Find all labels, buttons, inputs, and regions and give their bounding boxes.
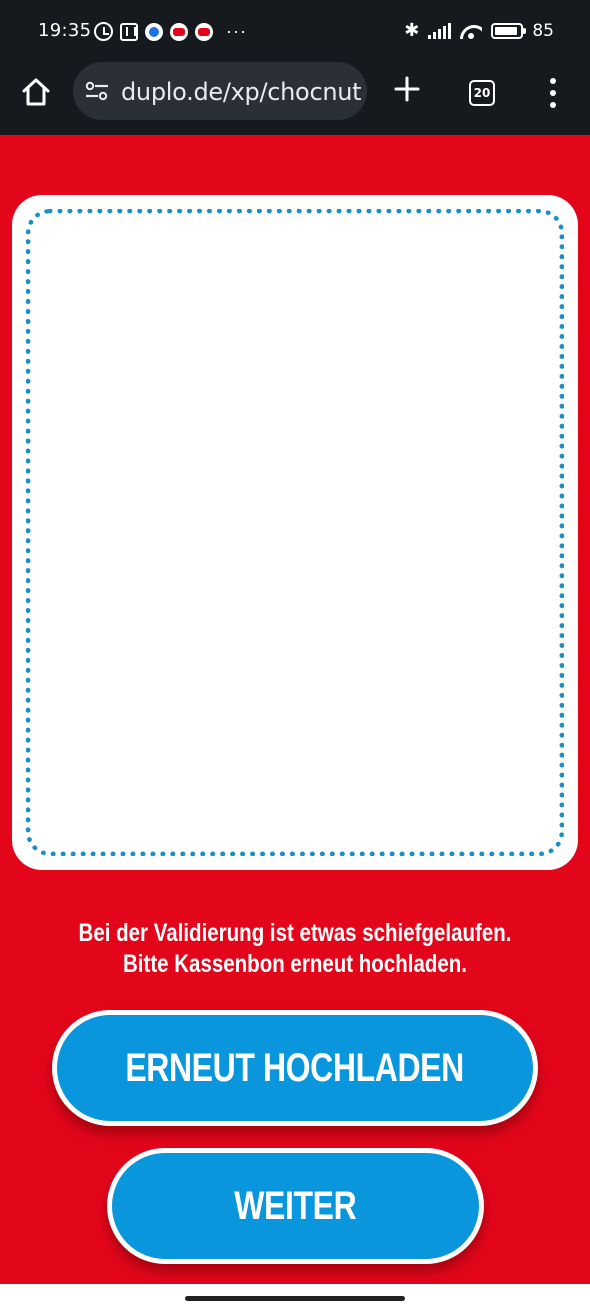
browser-toolbar: duplo.de/xp/chocnut- 20 bbox=[0, 62, 590, 135]
nfc-icon bbox=[120, 22, 138, 41]
bluetooth-icon: ✱ bbox=[404, 20, 420, 41]
app-notification-icon bbox=[145, 22, 163, 41]
status-bar: 19:35 ··· ✱ 85 bbox=[0, 0, 590, 62]
menu-dot-icon bbox=[550, 102, 556, 108]
plus-icon bbox=[394, 76, 420, 102]
system-icons: ✱ 85 bbox=[404, 20, 554, 41]
more-notifications-icon: ··· bbox=[226, 21, 247, 41]
gesture-handle[interactable] bbox=[185, 1296, 405, 1301]
site-settings-icon bbox=[85, 81, 108, 101]
tab-count: 20 bbox=[473, 86, 491, 100]
reupload-button-label: ERNEUT HOCHLADEN bbox=[125, 1045, 465, 1090]
tab-switcher-button[interactable]: 20 bbox=[469, 80, 495, 106]
alarm-icon bbox=[94, 22, 113, 41]
signal-icon bbox=[428, 22, 452, 39]
browser-chrome: 19:35 ··· ✱ 85 duplo.de/xp/chocnut- 20 bbox=[0, 0, 590, 135]
validation-error-message: Bei der Validierung ist etwas schiefgela… bbox=[78, 919, 512, 978]
url-text[interactable]: duplo.de/xp/chocnut- bbox=[121, 78, 361, 106]
youtube-notification-icon bbox=[195, 22, 213, 41]
home-icon bbox=[22, 78, 50, 106]
home-button[interactable] bbox=[20, 76, 52, 108]
new-tab-button[interactable] bbox=[392, 74, 422, 104]
battery-level: 85 bbox=[532, 20, 554, 41]
browser-menu-button[interactable] bbox=[546, 78, 560, 108]
next-button[interactable]: WEITER bbox=[107, 1148, 484, 1264]
notification-icons: ··· bbox=[94, 21, 247, 42]
menu-dot-icon bbox=[550, 90, 556, 96]
next-button-label: WEITER bbox=[234, 1183, 357, 1228]
menu-dot-icon bbox=[550, 78, 556, 84]
receipt-upload-card bbox=[12, 195, 578, 870]
reupload-button[interactable]: ERNEUT HOCHLADEN bbox=[52, 1010, 538, 1126]
navigation-bar bbox=[0, 1284, 590, 1311]
receipt-dropzone[interactable] bbox=[26, 209, 564, 856]
battery-icon bbox=[491, 22, 527, 39]
address-bar[interactable]: duplo.de/xp/chocnut- bbox=[73, 62, 367, 120]
status-time: 19:35 bbox=[38, 20, 92, 41]
wifi-icon bbox=[460, 23, 482, 39]
youtube-notification-icon bbox=[170, 22, 188, 41]
